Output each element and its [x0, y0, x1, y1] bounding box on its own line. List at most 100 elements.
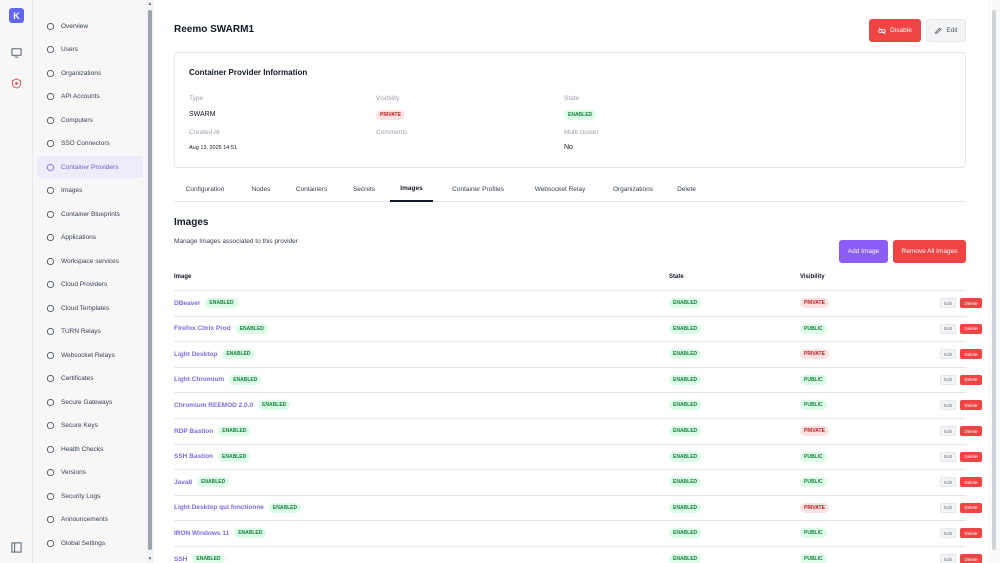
row-delete-button[interactable]: Delete [960, 554, 982, 563]
sidebar-item[interactable]: Secure Gateways [37, 391, 143, 413]
type-value: SWARM [189, 111, 216, 118]
remove-all-images-button[interactable]: Remove All Images [893, 240, 966, 263]
visibility-badge: PUBLIC [800, 554, 827, 563]
sidebar-item[interactable]: Announcements [37, 509, 143, 531]
sidebar-item-label: Secure Gateways [61, 398, 113, 406]
image-link[interactable]: Java8 [174, 479, 192, 486]
sidebar-item[interactable]: Cloud Templates [37, 297, 143, 319]
visibility-badge: PRIVATE [376, 110, 405, 120]
sidebar-item[interactable]: Certificates [37, 368, 143, 390]
sidebar-item[interactable]: Images [37, 180, 143, 202]
row-delete-button[interactable]: Delete [960, 400, 982, 411]
sidebar-item[interactable]: Global Settings [37, 532, 143, 554]
image-link[interactable]: RDP Bastion [174, 428, 213, 435]
image-link[interactable]: SSH Bastion [174, 453, 213, 460]
row-delete-button[interactable]: Delete [960, 349, 982, 360]
sidebar-item[interactable]: Container Blueprints [37, 203, 143, 225]
row-edit-button[interactable]: Edit [940, 426, 956, 436]
image-link[interactable]: Light Desktop [174, 351, 217, 358]
row-edit-button[interactable]: Edit [940, 374, 956, 385]
image-link[interactable]: DBeaver [174, 300, 200, 307]
sidebar-item[interactable]: Computers [37, 109, 143, 131]
image-link[interactable]: Light Chromium [174, 376, 224, 383]
add-image-button[interactable]: Add Image [839, 240, 888, 263]
image-link[interactable]: Chromium REEMOD 2.0.0 [174, 402, 253, 409]
disable-button[interactable]: Disable [869, 19, 921, 42]
row-delete-button[interactable]: Delete [960, 298, 982, 308]
row-edit-button[interactable]: Edit [940, 323, 956, 334]
row-edit-button[interactable]: Edit [940, 349, 956, 360]
sidebar-item[interactable]: Users [37, 39, 143, 61]
home-icon [45, 21, 55, 31]
table-row: Light Desktop qui fonctionne ENABLED ENABL… [174, 494, 982, 521]
sidebar-item[interactable]: Websocket Relays [37, 344, 143, 366]
state-badge: ENABLED [669, 554, 702, 563]
tab[interactable]: Containers [284, 177, 339, 202]
scroll-thumb[interactable] [148, 10, 152, 550]
row-delete-button[interactable]: Delete [960, 477, 982, 488]
image-link[interactable]: Firefox Citrix Prod [174, 325, 231, 332]
image-status-badge: ENABLED [229, 374, 262, 385]
tab[interactable]: Delete [669, 177, 704, 202]
app-logo[interactable]: K [9, 8, 24, 23]
sidebar-item[interactable]: Workspace services [37, 250, 143, 272]
sidebar-item[interactable]: Overview [37, 15, 143, 37]
row-edit-button[interactable]: Edit [940, 528, 956, 539]
row-edit-button[interactable]: Edit [940, 477, 956, 488]
row-delete-button[interactable]: Delete [960, 374, 982, 385]
layers-icon [45, 186, 55, 196]
sidebar-item[interactable]: Applications [37, 227, 143, 249]
sidebar-item[interactable]: TURN Relays [37, 321, 143, 343]
image-status-badge: ENABLED [205, 298, 238, 308]
state-badge: ENABLED [669, 451, 702, 462]
sidebar-item-label: Global Settings [61, 539, 106, 547]
sidebar-item[interactable]: Versions [37, 462, 143, 484]
image-status-badge: ENABLED [268, 502, 302, 513]
collapse-sidebar-icon[interactable] [11, 542, 22, 553]
scroll-down-icon[interactable]: ▼ [147, 556, 153, 562]
tab[interactable]: Configuration [174, 177, 236, 202]
sidebar-item-label: Versions [61, 469, 86, 476]
image-link[interactable]: IRON Windows 11 [174, 530, 229, 537]
table-row: SSH ENABLED ENABLED PUBLIC Edit Delete [174, 546, 982, 563]
image-status-badge: ENABLED [218, 426, 251, 436]
image-link[interactable]: SSH [174, 556, 187, 563]
row-delete-button[interactable]: Delete [960, 451, 982, 462]
row-edit-button[interactable]: Edit [940, 451, 956, 462]
edit-button[interactable]: Edit [926, 19, 966, 42]
shield-icon[interactable] [11, 78, 22, 89]
row-delete-button[interactable]: Delete [960, 323, 982, 334]
image-link[interactable]: Light Desktop qui fonctionne [174, 504, 264, 511]
row-edit-button[interactable]: Edit [940, 502, 956, 513]
sidebar-item[interactable]: Health Checks [37, 438, 143, 460]
row-edit-button[interactable]: Edit [940, 298, 956, 308]
tab[interactable]: Container Profiles [437, 177, 519, 202]
tab[interactable]: Secrets [344, 177, 384, 202]
row-delete-button[interactable]: Delete [960, 502, 982, 513]
visibility-badge: PUBLIC [800, 451, 827, 462]
main-scroll-thumb[interactable] [992, 10, 996, 550]
row-delete-button[interactable]: Delete [960, 426, 982, 436]
scroll-up-icon[interactable]: ▲ [147, 1, 153, 7]
monitor-icon[interactable] [11, 47, 22, 58]
tab[interactable]: Images [390, 177, 433, 202]
sidebar-item[interactable]: Organizations [37, 62, 143, 84]
users-icon [45, 139, 55, 149]
tab[interactable]: Organizations [601, 177, 665, 202]
sidebar-scrollbar[interactable]: ▲ ▼ [146, 0, 154, 563]
tab[interactable]: Websocket Relay [523, 177, 597, 202]
sidebar-item[interactable]: Secure Keys [37, 415, 143, 437]
row-delete-button[interactable]: Delete [960, 528, 982, 539]
tab[interactable]: Nodes [242, 177, 280, 202]
shield-icon [45, 491, 55, 501]
row-edit-button[interactable]: Edit [940, 400, 956, 411]
sidebar-item[interactable]: Container Providers [37, 156, 143, 178]
main-scrollbar[interactable] [988, 0, 1000, 563]
row-edit-button[interactable]: Edit [940, 554, 956, 563]
sidebar-item[interactable]: API Accounts [37, 86, 143, 108]
sidebar-item[interactable]: Cloud Providers [37, 274, 143, 296]
sidebar-item[interactable]: Security Logs [37, 485, 143, 507]
sidebar-item[interactable]: SSO Connectors [37, 133, 143, 155]
comments-label: Comments [376, 129, 408, 136]
globe-icon [45, 397, 55, 407]
